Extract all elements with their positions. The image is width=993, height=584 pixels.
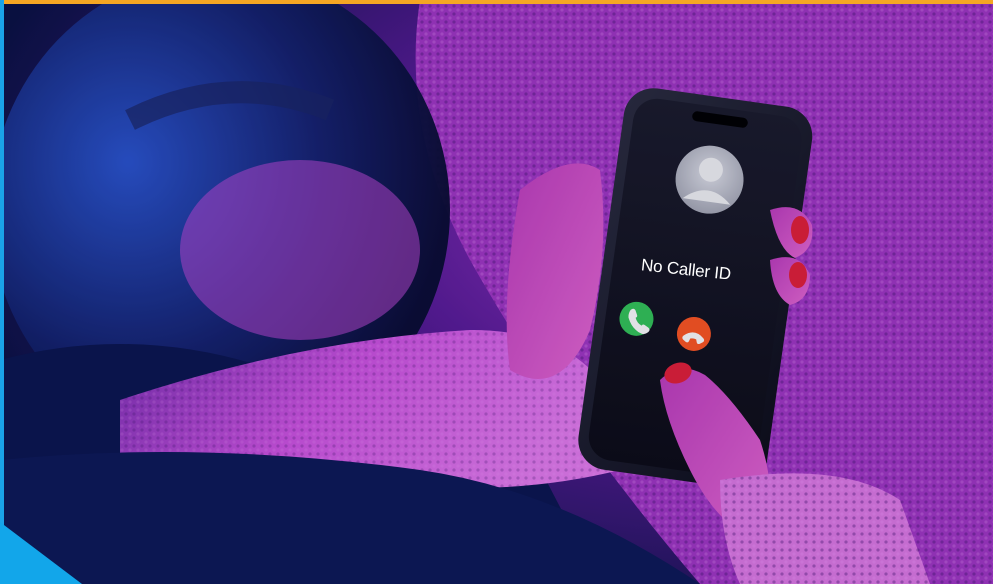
scene-illustration (0, 0, 993, 584)
corner-accent-triangle (0, 522, 82, 584)
photo-frame: No Caller ID (0, 0, 993, 584)
scene-photo: No Caller ID (0, 0, 993, 584)
vignette (0, 0, 993, 584)
left-accent-bar (0, 0, 4, 584)
top-accent-bar (0, 0, 993, 4)
